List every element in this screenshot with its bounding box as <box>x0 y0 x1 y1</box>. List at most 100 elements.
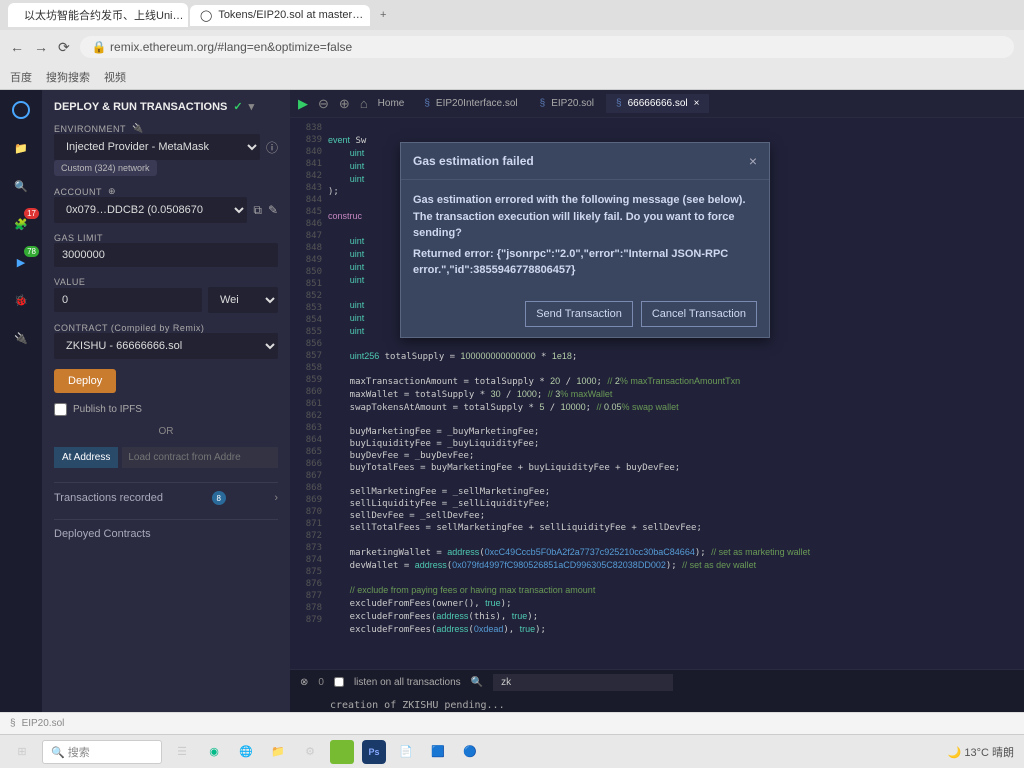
home-label[interactable]: Home <box>378 98 405 109</box>
start-button[interactable]: ⊞ <box>10 740 34 764</box>
github-icon: ◯ <box>200 9 212 22</box>
gas-limit-input[interactable] <box>54 243 278 267</box>
at-address-button[interactable]: At Address <box>54 447 118 468</box>
contract-label: CONTRACT (Compiled by Remix) <box>54 323 278 333</box>
deploy-icon[interactable]: ▶78 <box>9 250 33 274</box>
home-icon[interactable]: ⌂ <box>360 96 368 111</box>
sol-icon: § <box>616 98 622 109</box>
task-view-icon[interactable]: ☰ <box>170 740 194 764</box>
bookmark-item[interactable]: 搜狗搜索 <box>46 69 90 85</box>
publish-ipfs-checkbox[interactable]: Publish to IPFS <box>54 403 278 416</box>
bookmark-item[interactable]: 百度 <box>10 69 32 85</box>
plus-icon[interactable]: ⊕ <box>108 186 116 197</box>
close-file-icon[interactable]: × <box>694 98 700 109</box>
chrome-app-icon[interactable]: 🔵 <box>458 740 482 764</box>
deploy-panel: DEPLOY & RUN TRANSACTIONS ✓ ▾ ENVIRONMEN… <box>42 90 290 734</box>
url-text: remix.ethereum.org/#lang=en&optimize=fal… <box>110 40 352 54</box>
file-tab-0[interactable]: §EIP20Interface.sol <box>414 94 527 113</box>
photoshop-icon[interactable]: Ps <box>362 740 386 764</box>
clear-terminal-icon[interactable]: 0 <box>318 677 324 688</box>
bottom-file-bar[interactable]: § EIP20.sol <box>0 712 1024 734</box>
gas-limit-label: GAS LIMIT <box>54 233 278 243</box>
forward-button[interactable]: → <box>34 39 48 55</box>
app-icon[interactable]: 📄 <box>394 740 418 764</box>
bookmarks-row: 百度 搜狗搜索 视频 <box>0 64 1024 90</box>
lock-icon: 🔒 <box>92 40 107 54</box>
tx-recorded-section[interactable]: Transactions recorded 8 › <box>54 482 278 505</box>
plugin-icon[interactable]: 🔌 <box>9 326 33 350</box>
toggle-terminal-icon[interactable]: ⊗ <box>300 677 308 688</box>
contract-select[interactable]: ZKISHU - 66666666.sol <box>54 333 278 359</box>
windows-taskbar: ⊞ 🔍 搜索 ☰ ◉ 🌐 📁 ⚙ Ps 📄 🟦 🔵 🌙 13°C 晴朗 <box>0 734 1024 768</box>
chevron-down-icon[interactable]: ▾ <box>249 100 255 113</box>
run-icon[interactable]: ▶ <box>298 96 308 112</box>
value-label: VALUE <box>54 277 278 287</box>
search-icon[interactable]: 🔍 <box>9 174 33 198</box>
browser-tab-1[interactable]: ◯ Tokens/EIP20.sol at master… × <box>190 5 370 26</box>
or-divider: OR <box>54 426 278 437</box>
code-editor[interactable]: 838 839 840 841 842 843 844 845 846 847 … <box>290 118 1024 669</box>
file-explorer-icon[interactable]: 📁 <box>9 136 33 160</box>
remix-logo-icon[interactable] <box>9 98 33 122</box>
panel-title: DEPLOY & RUN TRANSACTIONS ✓ ▾ <box>54 100 278 113</box>
value-input[interactable] <box>54 288 202 312</box>
terminal-search-input[interactable] <box>493 674 673 691</box>
browser-chrome: 以太坊智能合约发币、上线Uni… × ◯ Tokens/EIP20.sol at… <box>0 0 1024 90</box>
address-bar[interactable]: 🔒 remix.ethereum.org/#lang=en&optimize=f… <box>80 36 1014 58</box>
check-icon: ✓ <box>233 100 242 113</box>
close-icon[interactable]: × <box>749 153 757 169</box>
modal-title: Gas estimation failed <box>413 154 534 168</box>
taskbar-search[interactable]: 🔍 搜索 <box>42 740 162 764</box>
file-tab-2[interactable]: §66666666.sol × <box>606 94 709 113</box>
file-tabs: §EIP20Interface.sol §EIP20.sol §66666666… <box>414 94 709 113</box>
zoom-in-icon[interactable]: ⊕ <box>339 96 350 112</box>
account-select[interactable]: 0x079…DDCB2 (0.0508670 <box>54 197 247 223</box>
send-transaction-button[interactable]: Send Transaction <box>525 301 633 327</box>
new-tab-button[interactable]: + <box>372 9 394 21</box>
editor-area: ▶ ⊖ ⊕ ⌂ Home §EIP20Interface.sol §EIP20.… <box>290 90 1024 734</box>
remix-app: 📁 🔍 🧩17 ▶78 🐞 🔌 DEPLOY & RUN TRANSACTION… <box>0 90 1024 734</box>
value-unit-select[interactable]: Wei <box>208 287 278 313</box>
back-button[interactable]: ← <box>10 39 24 55</box>
info-icon[interactable]: ⓘ <box>266 139 278 156</box>
settings-icon[interactable]: ⚙ <box>298 740 322 764</box>
deployed-contracts-section[interactable]: Deployed Contracts <box>54 519 278 540</box>
listen-checkbox[interactable] <box>334 677 344 687</box>
debugger-icon[interactable]: 🐞 <box>9 288 33 312</box>
tx-count-badge: 8 <box>212 491 226 505</box>
chrome-icon[interactable]: 🌐 <box>234 740 258 764</box>
deploy-badge: 78 <box>24 246 39 257</box>
line-gutter: 838 839 840 841 842 843 844 845 846 847 … <box>290 118 328 669</box>
ipfs-checkbox[interactable] <box>54 403 67 416</box>
explorer-icon[interactable]: 📁 <box>266 740 290 764</box>
network-chip: Custom (324) network <box>54 160 157 176</box>
gas-estimation-modal: Gas estimation failed × Gas estimation e… <box>400 142 770 338</box>
app-icon[interactable] <box>330 740 354 764</box>
browser-tab-0[interactable]: 以太坊智能合约发币、上线Uni… × <box>8 3 188 27</box>
address-row: ← → ⟳ 🔒 remix.ethereum.org/#lang=en&opti… <box>0 30 1024 64</box>
file-tab-1[interactable]: §EIP20.sol <box>530 94 604 113</box>
zoom-out-icon[interactable]: ⊖ <box>318 96 329 112</box>
search-icon: 🔍 <box>471 677 483 688</box>
at-address-input[interactable] <box>122 447 278 468</box>
copy-icon[interactable]: ⧉ <box>253 203 262 218</box>
edit-icon[interactable]: ✎ <box>268 203 278 217</box>
editor-toolbar: ▶ ⊖ ⊕ ⌂ Home §EIP20Interface.sol §EIP20.… <box>290 90 1024 118</box>
app-icon[interactable]: 🟦 <box>426 740 450 764</box>
plug-icon: 🔌 <box>132 123 144 134</box>
cancel-transaction-button[interactable]: Cancel Transaction <box>641 301 757 327</box>
compiler-badge: 17 <box>24 208 39 219</box>
modal-body: Gas estimation errored with the followin… <box>401 180 769 291</box>
compiler-icon[interactable]: 🧩17 <box>9 212 33 236</box>
deploy-button[interactable]: Deploy <box>54 369 116 393</box>
bookmark-item[interactable]: 视频 <box>104 69 126 85</box>
weather-widget[interactable]: 🌙 13°C 晴朗 <box>948 744 1014 760</box>
tab-row: 以太坊智能合约发币、上线Uni… × ◯ Tokens/EIP20.sol at… <box>0 0 1024 30</box>
chevron-right-icon[interactable]: › <box>274 492 278 504</box>
tab-title: 以太坊智能合约发币、上线Uni… <box>24 7 184 23</box>
sol-icon: § <box>10 718 16 729</box>
close-tab-icon[interactable]: × <box>369 9 370 21</box>
environment-select[interactable]: Injected Provider - MetaMask <box>54 134 260 160</box>
reload-button[interactable]: ⟳ <box>58 39 70 56</box>
edge-icon[interactable]: ◉ <box>202 740 226 764</box>
